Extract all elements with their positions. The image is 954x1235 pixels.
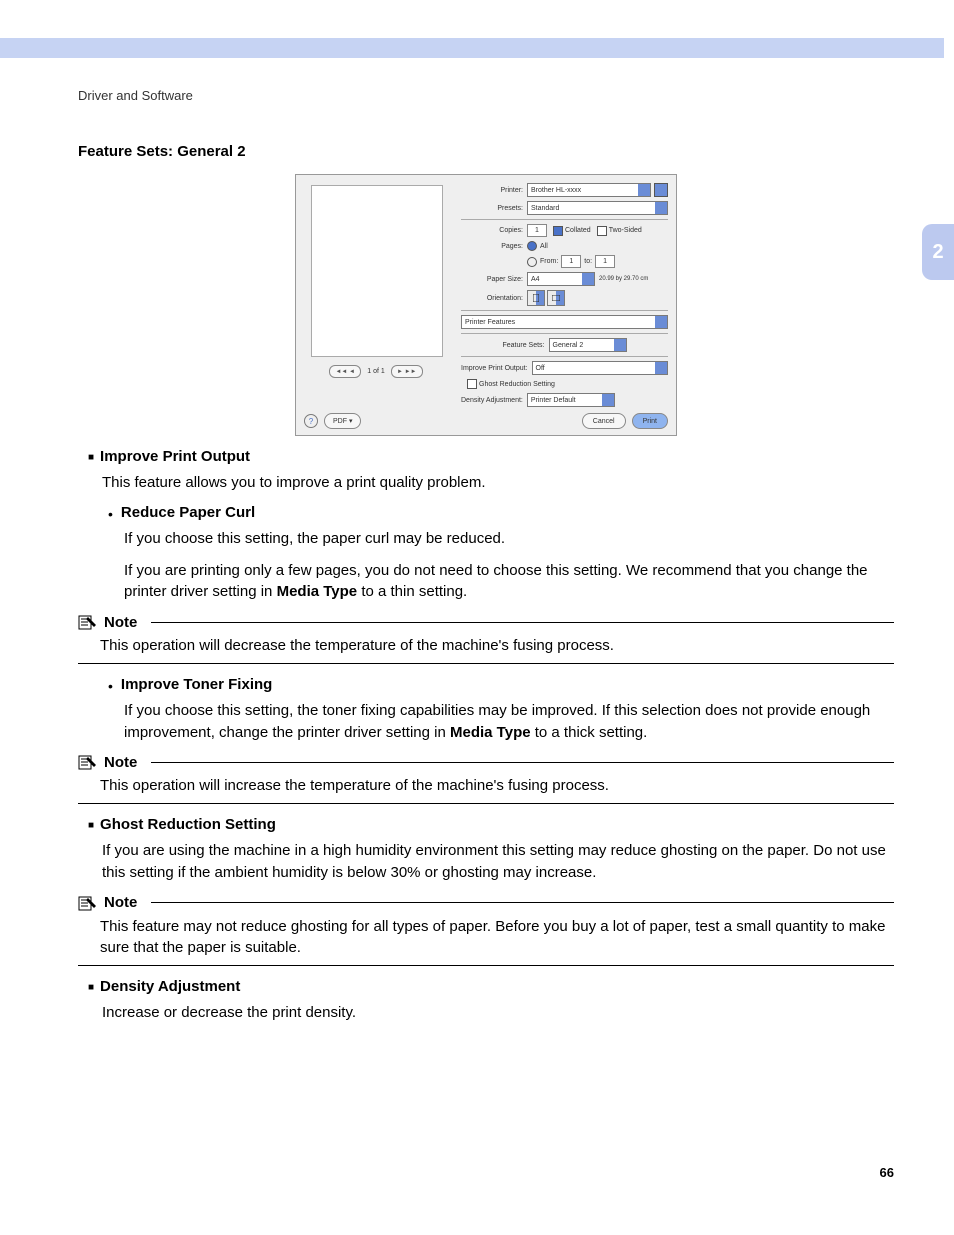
orientation-landscape-button[interactable] [547, 290, 565, 306]
presets-label: Presets: [461, 205, 527, 212]
feature-sets-select[interactable]: General 2 [549, 338, 627, 352]
print-dialog-screenshot: ◄◄ ◄ 1 of 1 ► ►► Printer: Brother HL-xxx… [295, 174, 677, 436]
feature-sets-label: Feature Sets: [502, 342, 544, 349]
collated-checkbox[interactable] [553, 226, 563, 236]
density-body: Increase or decrease the print density. [102, 1002, 894, 1024]
orientation-label: Orientation: [461, 295, 527, 302]
note-icon [78, 613, 98, 631]
chapter-tab: 2 [922, 224, 954, 280]
print-button[interactable]: Print [632, 413, 668, 429]
ghost-body: If you are using the machine in a high h… [102, 840, 894, 884]
toner-fix-p1: If you choose this setting, the toner fi… [124, 700, 894, 744]
help-button[interactable]: ? [304, 414, 318, 428]
improve-intro: This feature allows you to improve a pri… [102, 472, 894, 494]
panel-select[interactable]: Printer Features [461, 315, 668, 329]
top-color-bar [0, 38, 944, 58]
ghost-reduction-checkbox[interactable] [467, 379, 477, 389]
sub-heading-reduce-curl: Reduce Paper Curl [108, 504, 894, 524]
pager-label: 1 of 1 [367, 368, 385, 375]
printer-label: Printer: [461, 187, 527, 194]
two-sided-checkbox[interactable] [597, 226, 607, 236]
pages-label: Pages: [461, 243, 527, 250]
reduce-curl-p2: If you are printing only a few pages, yo… [124, 560, 894, 604]
pages-range-radio[interactable] [527, 257, 537, 267]
note-label: Note [104, 614, 137, 631]
note-body-3: This feature may not reduce ghosting for… [100, 916, 894, 960]
paper-dims: 20.99 by 29.70 cm [599, 276, 648, 282]
improve-output-label: Improve Print Output: [461, 365, 528, 372]
improve-output-select[interactable]: Off [532, 361, 668, 375]
note-end-rule [78, 663, 894, 664]
pages-to-label: to: [584, 258, 592, 265]
preview-pager: ◄◄ ◄ 1 of 1 ► ►► [314, 365, 438, 378]
copies-field[interactable]: 1 [527, 224, 547, 237]
dialog-footer: ? PDF ▾ Cancel Print [304, 413, 668, 429]
content-area: Feature Sets: General 2 ◄◄ ◄ 1 of 1 ► ►►… [78, 135, 894, 1034]
two-sided-label: Two-Sided [609, 227, 642, 234]
note-icon [78, 894, 98, 912]
note-end-rule [78, 803, 894, 804]
ghost-reduction-label: Ghost Reduction Setting [479, 381, 555, 388]
next-page-button[interactable]: ► ►► [391, 365, 423, 378]
note-label: Note [104, 894, 137, 911]
paper-size-select[interactable]: A4 [527, 272, 595, 286]
pages-from-field[interactable]: 1 [561, 255, 581, 268]
section-heading-density: Density Adjustment [88, 978, 894, 998]
collated-label: Collated [565, 227, 591, 234]
section-heading-improve: Improve Print Output [88, 448, 894, 468]
section-header: Driver and Software [78, 88, 193, 103]
note-rule [151, 622, 894, 623]
cancel-button[interactable]: Cancel [582, 413, 626, 429]
print-preview-pane [311, 185, 443, 357]
reduce-curl-p1: If you choose this setting, the paper cu… [124, 528, 894, 550]
dialog-panel: Printer: Brother HL-xxxx Presets: Standa… [461, 183, 668, 411]
pages-all-label: All [540, 243, 548, 250]
note-end-rule [78, 965, 894, 966]
pages-all-radio[interactable] [527, 241, 537, 251]
pdf-dropdown-button[interactable]: PDF ▾ [324, 413, 361, 429]
note-label: Note [104, 754, 137, 771]
paper-size-label: Paper Size: [461, 276, 527, 283]
presets-select[interactable]: Standard [527, 201, 668, 215]
density-select[interactable]: Printer Default [527, 393, 615, 407]
pages-to-field[interactable]: 1 [595, 255, 615, 268]
sub-heading-toner-fix: Improve Toner Fixing [108, 676, 894, 696]
portrait-icon [533, 294, 539, 302]
expand-dialog-button[interactable] [654, 183, 668, 197]
page-number: 66 [880, 1165, 894, 1180]
section-heading-ghost: Ghost Reduction Setting [88, 816, 894, 836]
landscape-icon [552, 295, 560, 301]
pages-from-label: From: [540, 258, 558, 265]
note-block-3: Note This feature may not reduce ghostin… [78, 894, 894, 967]
document-page: 2 66 Driver and Software Feature Sets: G… [0, 0, 954, 1235]
note-body-1: This operation will decrease the tempera… [100, 635, 894, 657]
prev-page-button[interactable]: ◄◄ ◄ [329, 365, 361, 378]
note-rule [151, 902, 894, 903]
note-block-2: Note This operation will increase the te… [78, 753, 894, 804]
note-block-1: Note This operation will decrease the te… [78, 613, 894, 664]
page-title: Feature Sets: General 2 [78, 143, 894, 160]
printer-select[interactable]: Brother HL-xxxx [527, 183, 651, 197]
orientation-portrait-button[interactable] [527, 290, 545, 306]
density-label: Density Adjustment: [461, 397, 523, 404]
note-icon [78, 753, 98, 771]
note-rule [151, 762, 894, 763]
note-body-2: This operation will increase the tempera… [100, 775, 894, 797]
copies-label: Copies: [461, 227, 527, 234]
